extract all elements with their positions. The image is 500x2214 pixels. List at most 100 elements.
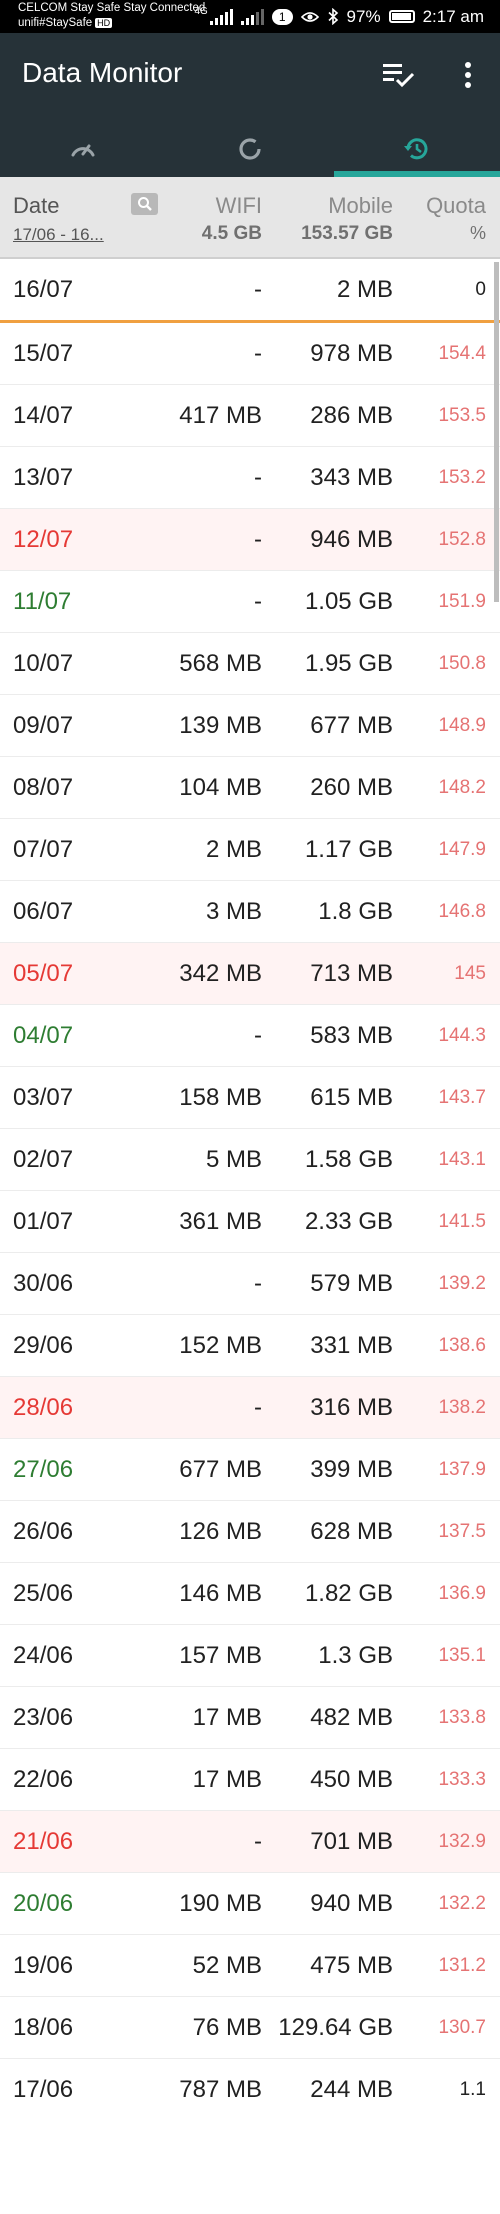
table-row[interactable]: 14/07 417 MB 286 MB 153.5: [0, 385, 500, 447]
row-quota: 143.1: [438, 1149, 486, 1170]
table-row[interactable]: 18/06 76 MB 129.64 GB 130.7: [0, 1997, 500, 2059]
row-quota: 153.2: [438, 467, 486, 488]
row-date: 02/07: [13, 1146, 74, 1173]
row-wifi: 104 MB: [179, 774, 262, 801]
table-row[interactable]: 11/07 - 1.05 GB 151.9: [0, 571, 500, 633]
table-row[interactable]: 30/06 - 579 MB 139.2: [0, 1253, 500, 1315]
row-date: 30/06: [13, 1270, 74, 1297]
row-wifi: -: [254, 276, 262, 303]
row-mobile: 940 MB: [310, 1890, 393, 1917]
carrier-line1: CELCOM Stay Safe Stay Connected: [18, 2, 206, 14]
table-row[interactable]: 01/07 361 MB 2.33 GB 141.5: [0, 1191, 500, 1253]
table-row[interactable]: 20/06 190 MB 940 MB 132.2: [0, 1873, 500, 1935]
row-wifi: 52 MB: [192, 1952, 262, 1979]
date-range-link[interactable]: 17/06 - 16...: [13, 225, 104, 245]
table-row[interactable]: 09/07 139 MB 677 MB 148.9: [0, 695, 500, 757]
table-row[interactable]: 08/07 104 MB 260 MB 148.2: [0, 757, 500, 819]
row-wifi: -: [254, 526, 262, 553]
table-row[interactable]: 24/06 157 MB 1.3 GB 135.1: [0, 1625, 500, 1687]
row-date: 07/07: [13, 836, 74, 863]
overflow-menu-button[interactable]: [448, 55, 488, 95]
row-date: 25/06: [13, 1580, 74, 1607]
row-quota: 154.4: [438, 343, 486, 364]
table-row[interactable]: 22/06 17 MB 450 MB 133.3: [0, 1749, 500, 1811]
table-row[interactable]: 07/07 2 MB 1.17 GB 147.9: [0, 819, 500, 881]
row-wifi: -: [254, 1828, 262, 1855]
row-quota: 148.2: [438, 777, 486, 798]
row-date: 21/06: [13, 1828, 74, 1855]
row-mobile: 701 MB: [310, 1828, 393, 1855]
row-wifi: 126 MB: [179, 1518, 262, 1545]
row-mobile: 399 MB: [310, 1456, 393, 1483]
row-mobile: 129.64 GB: [278, 2014, 393, 2041]
table-row[interactable]: 03/07 158 MB 615 MB 143.7: [0, 1067, 500, 1129]
mobile-column-header: Mobile: [328, 193, 393, 218]
row-quota: 153.5: [438, 405, 486, 426]
table-row[interactable]: 16/07 - 2 MB 0: [0, 259, 500, 323]
row-date: 13/07: [13, 464, 74, 491]
table-row[interactable]: 23/06 17 MB 482 MB 133.8: [0, 1687, 500, 1749]
row-date: 17/06: [13, 2076, 74, 2103]
table-row[interactable]: 29/06 152 MB 331 MB 138.6: [0, 1315, 500, 1377]
table-row[interactable]: 06/07 3 MB 1.8 GB 146.8: [0, 881, 500, 943]
row-wifi: 157 MB: [179, 1642, 262, 1669]
row-date: 22/06: [13, 1766, 74, 1793]
table-header: Date 17/06 - 16... WIFI 4.5 GB Mobile 15…: [0, 177, 500, 259]
table-row[interactable]: 28/06 - 316 MB 138.2: [0, 1377, 500, 1439]
table-row[interactable]: 10/07 568 MB 1.95 GB 150.8: [0, 633, 500, 695]
table-row[interactable]: 27/06 677 MB 399 MB 137.9: [0, 1439, 500, 1501]
carrier-info: CELCOM Stay Safe Stay Connected unifi#St…: [18, 1, 205, 31]
row-date: 26/06: [13, 1518, 74, 1545]
row-mobile: 450 MB: [310, 1766, 393, 1793]
row-quota: 138.6: [438, 1335, 486, 1356]
table-row[interactable]: 26/06 126 MB 628 MB 137.5: [0, 1501, 500, 1563]
row-wifi: 17 MB: [192, 1766, 262, 1793]
table-row[interactable]: 02/07 5 MB 1.58 GB 143.1: [0, 1129, 500, 1191]
row-quota: 147.9: [438, 839, 486, 860]
table-row[interactable]: 13/07 - 343 MB 153.2: [0, 447, 500, 509]
row-wifi: 146 MB: [179, 1580, 262, 1607]
row-mobile: 677 MB: [310, 712, 393, 739]
row-wifi: 361 MB: [179, 1208, 262, 1235]
table-row[interactable]: 12/07 - 946 MB 152.8: [0, 509, 500, 571]
row-quota: 137.9: [438, 1459, 486, 1480]
row-wifi: 158 MB: [179, 1084, 262, 1111]
carrier-line2: unifi#StaySafe: [18, 17, 93, 29]
table-row[interactable]: 21/06 - 701 MB 132.9: [0, 1811, 500, 1873]
row-wifi: 139 MB: [179, 712, 262, 739]
table-row[interactable]: 05/07 342 MB 713 MB 145: [0, 943, 500, 1005]
row-wifi: -: [254, 588, 262, 615]
row-wifi: 2 MB: [205, 836, 262, 863]
row-wifi: 5 MB: [205, 1146, 262, 1173]
row-mobile: 482 MB: [310, 1704, 393, 1731]
row-quota: 132.9: [438, 1831, 486, 1852]
row-mobile: 628 MB: [310, 1518, 393, 1545]
row-mobile: 316 MB: [310, 1394, 393, 1421]
table-row[interactable]: 25/06 146 MB 1.82 GB 136.9: [0, 1563, 500, 1625]
table-row[interactable]: 17/06 787 MB 244 MB 1.1: [0, 2059, 500, 2121]
signal-2-icon: [240, 8, 264, 25]
row-quota: 1.1: [459, 2079, 486, 2100]
row-quota: 146.8: [438, 901, 486, 922]
table-row[interactable]: 19/06 52 MB 475 MB 131.2: [0, 1935, 500, 1997]
usage-list[interactable]: 16/07 - 2 MB 0 15/07 - 978 MB 154.4 14/07 417 M…: [0, 259, 500, 2121]
row-mobile: 475 MB: [310, 1952, 393, 1979]
tab-cycle[interactable]: [167, 121, 333, 177]
tab-gauge[interactable]: [0, 121, 166, 177]
row-mobile: 1.8 GB: [318, 898, 393, 925]
row-mobile: 1.82 GB: [304, 1580, 393, 1607]
row-quota: 143.7: [438, 1087, 486, 1108]
row-date: 18/06: [13, 2014, 74, 2041]
table-row[interactable]: 15/07 - 978 MB 154.4: [0, 323, 500, 385]
date-column-header: Date: [13, 193, 60, 218]
row-quota: 136.9: [438, 1583, 486, 1604]
checklist-button[interactable]: [378, 55, 418, 95]
wifi-column-header: WIFI: [215, 193, 262, 218]
row-quota: 152.8: [438, 529, 486, 550]
date-search-button[interactable]: [131, 193, 158, 215]
row-mobile: 583 MB: [310, 1022, 393, 1049]
table-row[interactable]: 04/07 - 583 MB 144.3: [0, 1005, 500, 1067]
row-quota: 145: [454, 963, 486, 984]
scrollbar[interactable]: [494, 262, 499, 602]
tab-history[interactable]: [334, 121, 500, 177]
